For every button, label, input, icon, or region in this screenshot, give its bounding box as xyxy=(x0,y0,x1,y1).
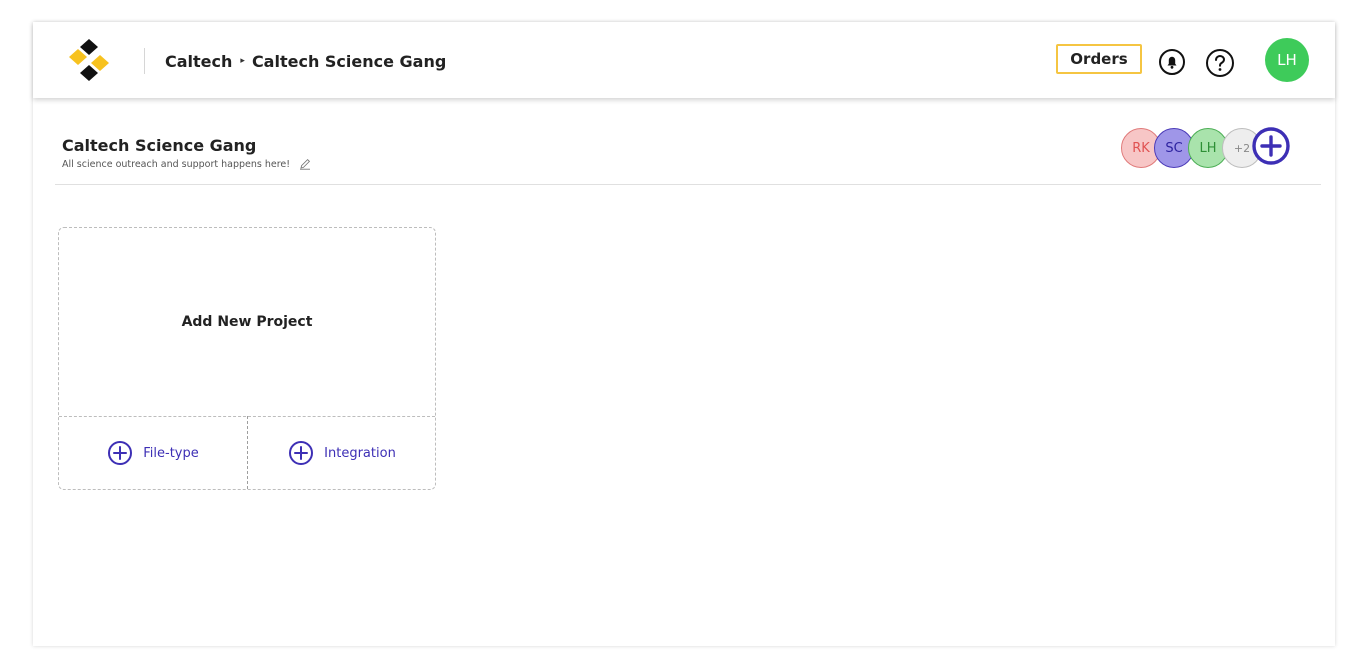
breadcrumb-separator-icon: ▸ xyxy=(240,56,245,66)
section-divider xyxy=(55,184,1321,185)
page-title: Caltech Science Gang xyxy=(62,136,257,155)
file-type-label: File-type xyxy=(143,445,199,461)
new-project-card: Add New Project File-type Integration xyxy=(58,227,436,490)
brand-logo-icon[interactable] xyxy=(65,37,113,83)
breadcrumb-current: Caltech Science Gang xyxy=(251,51,447,71)
help-icon[interactable] xyxy=(1205,48,1235,78)
plus-circle-icon[interactable] xyxy=(1251,126,1291,166)
team-description: All science outreach and support happens… xyxy=(62,158,311,170)
user-avatar[interactable]: LH xyxy=(1265,38,1309,82)
top-navigation-bar: Caltech ▸ Caltech Science Gang Orders LH xyxy=(33,22,1335,98)
add-new-project-button[interactable]: Add New Project xyxy=(59,228,435,416)
plus-circle-icon xyxy=(289,441,314,465)
breadcrumb-root[interactable]: Caltech xyxy=(165,52,232,71)
add-file-type-button[interactable]: File-type xyxy=(59,417,247,489)
bell-icon[interactable] xyxy=(1158,48,1186,76)
app-window: Caltech ▸ Caltech Science Gang Orders LH… xyxy=(33,22,1335,646)
team-members: RK SC LH +2 xyxy=(1121,126,1297,172)
integration-label: Integration xyxy=(324,445,396,461)
add-integration-button[interactable]: Integration xyxy=(248,417,436,489)
team-description-text: All science outreach and support happens… xyxy=(62,158,291,170)
pencil-icon[interactable] xyxy=(299,158,311,170)
orders-button[interactable]: Orders xyxy=(1056,44,1142,74)
plus-circle-icon xyxy=(108,441,133,465)
header-divider xyxy=(144,48,145,74)
breadcrumb: Caltech ▸ Caltech Science Gang xyxy=(165,50,446,72)
